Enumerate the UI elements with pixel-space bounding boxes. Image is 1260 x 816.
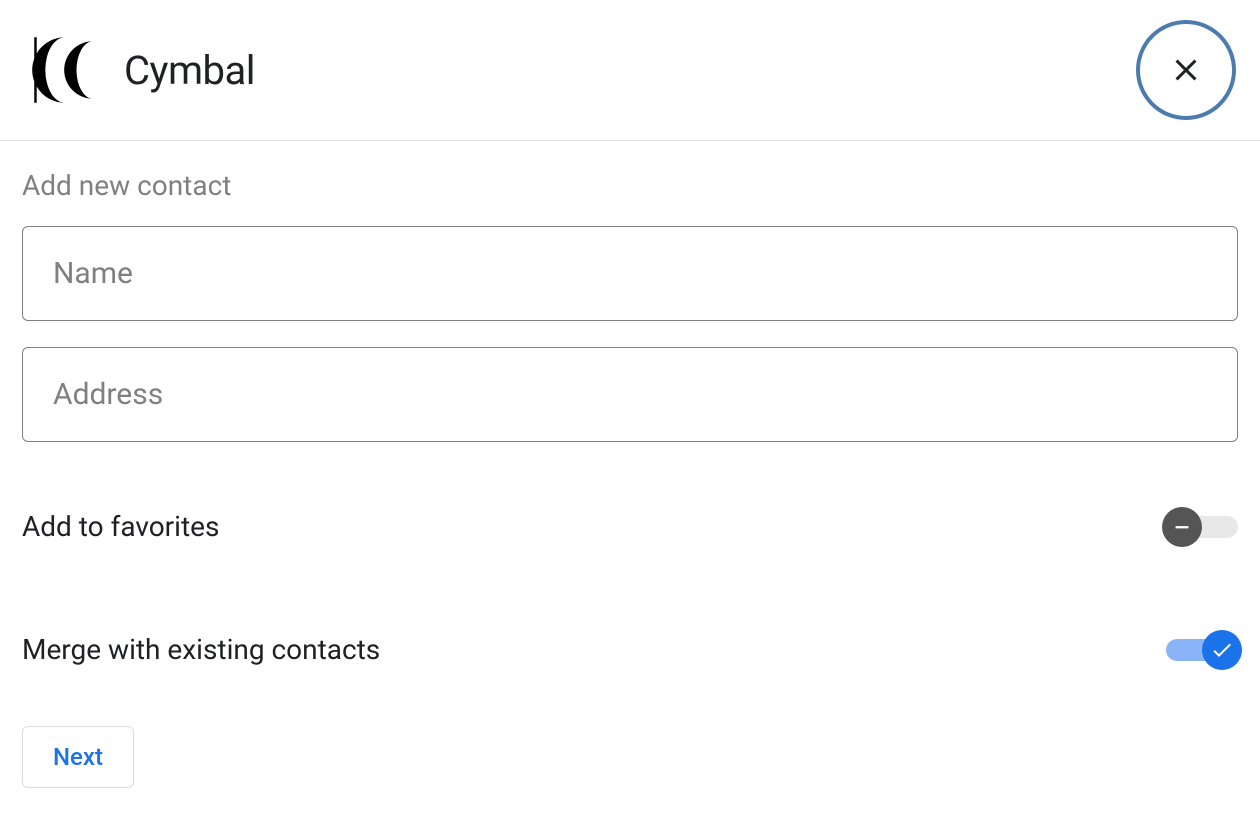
header: Cymbal bbox=[0, 0, 1260, 141]
favorites-toggle[interactable] bbox=[1166, 516, 1238, 538]
merge-row: Merge with existing contacts bbox=[22, 633, 1238, 666]
brand-logo-icon bbox=[24, 29, 106, 111]
content: Add new contact Add to favorites Merge w… bbox=[0, 141, 1260, 816]
favorites-row: Add to favorites bbox=[22, 510, 1238, 543]
address-input[interactable] bbox=[22, 347, 1238, 442]
close-icon bbox=[1168, 52, 1204, 88]
page-title: Add new contact bbox=[22, 169, 1238, 202]
toggle-thumb bbox=[1162, 507, 1202, 547]
toggle-thumb bbox=[1202, 630, 1242, 670]
close-button[interactable] bbox=[1136, 20, 1236, 120]
merge-label: Merge with existing contacts bbox=[22, 633, 380, 666]
favorites-label: Add to favorites bbox=[22, 510, 219, 543]
merge-toggle[interactable] bbox=[1166, 639, 1238, 661]
minus-icon bbox=[1171, 516, 1193, 538]
next-button[interactable]: Next bbox=[22, 726, 134, 788]
check-icon bbox=[1210, 638, 1234, 662]
name-input[interactable] bbox=[22, 226, 1238, 321]
brand: Cymbal bbox=[24, 29, 255, 111]
brand-name: Cymbal bbox=[124, 47, 255, 94]
